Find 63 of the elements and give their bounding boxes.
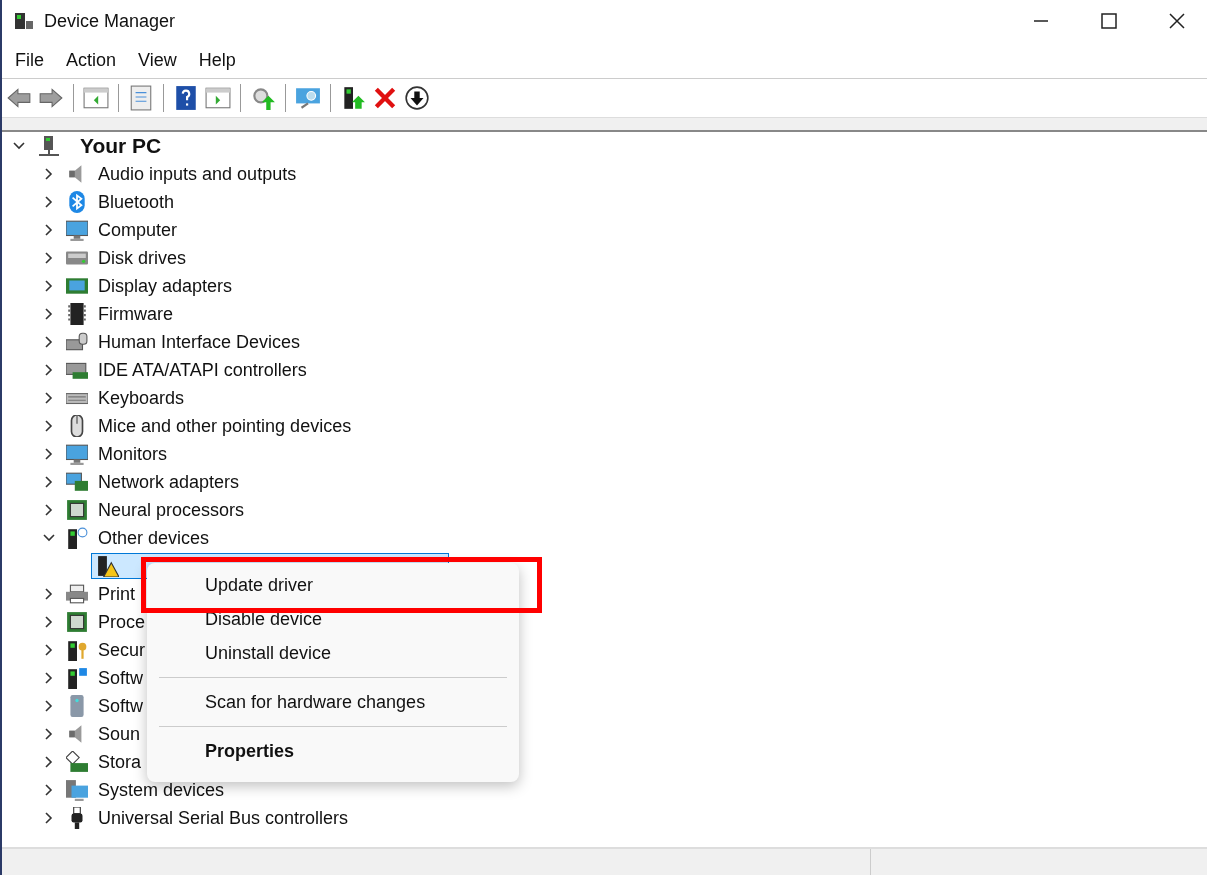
tower-puzzle-icon xyxy=(66,667,88,689)
menu-item[interactable]: Help xyxy=(187,49,247,71)
monitor-search-icon[interactable] xyxy=(295,85,321,111)
monitor-icon xyxy=(66,219,88,241)
computer-network-icon xyxy=(38,135,60,157)
chip-icon xyxy=(66,303,88,325)
warning-device-icon xyxy=(97,555,119,577)
tree-item[interactable]: Secur xyxy=(98,639,146,661)
tower-question-icon xyxy=(66,527,88,549)
tree-item[interactable]: Display adapters xyxy=(98,275,233,297)
menu-item[interactable]: Scan for hardware changes xyxy=(159,685,507,719)
close-icon[interactable] xyxy=(1169,13,1185,29)
menu-item[interactable]: View xyxy=(127,49,188,71)
monitor-icon xyxy=(66,443,88,465)
chip-icon xyxy=(66,611,88,633)
download-circle-icon[interactable] xyxy=(404,85,430,111)
printer-icon xyxy=(66,583,88,605)
keyboard-mouse-icon xyxy=(66,331,88,353)
tree-item[interactable]: Bluetooth xyxy=(98,191,175,213)
tree-item[interactable]: System devices xyxy=(98,779,225,801)
network-monitor-icon xyxy=(66,471,88,493)
tree-item[interactable]: Softw xyxy=(98,695,144,717)
tree-item[interactable]: Mice and other pointing devices xyxy=(98,415,352,437)
tree-item[interactable]: Neural processors xyxy=(98,499,245,521)
tree-item[interactable]: Firmware xyxy=(98,303,173,325)
menu-item[interactable]: Action xyxy=(55,49,128,71)
tree-item[interactable]: Print xyxy=(98,583,135,605)
tree-item[interactable]: Stora xyxy=(98,751,142,773)
menu-item[interactable]: Update driver xyxy=(159,568,507,602)
menu-item[interactable]: Uninstall device xyxy=(159,636,507,670)
display-card-icon xyxy=(66,275,88,297)
tree-item[interactable]: Other devices xyxy=(98,527,210,549)
folder-monitor-icon xyxy=(66,779,88,801)
window-panel-icon[interactable] xyxy=(83,85,109,111)
tree-item[interactable]: Universal Serial Bus controllers xyxy=(98,807,349,829)
chip-icon xyxy=(66,499,88,521)
tree-item[interactable]: Monitors xyxy=(98,443,168,465)
bluetooth-icon xyxy=(66,191,88,213)
maximize-icon[interactable] xyxy=(1101,13,1117,29)
tree-item[interactable]: Softw xyxy=(98,667,144,689)
help-icon[interactable] xyxy=(173,85,199,111)
tower-key-icon xyxy=(66,639,88,661)
tree-item[interactable]: Computer xyxy=(98,219,178,241)
tree-item[interactable]: Disk drives xyxy=(98,247,186,269)
delete-icon[interactable] xyxy=(372,85,398,111)
menu-item[interactable]: Disable device xyxy=(159,602,507,636)
properties-sheet-icon[interactable] xyxy=(128,85,154,111)
menu-item[interactable]: File xyxy=(4,49,55,71)
tree-item[interactable]: Network adapters xyxy=(98,471,240,493)
tree-item[interactable]: Human Interface Devices xyxy=(98,331,301,353)
app-icon xyxy=(14,11,34,31)
tree-item[interactable]: Audio inputs and outputs xyxy=(98,163,297,185)
forward-arrow-icon[interactable] xyxy=(38,85,64,111)
window-panel-icon[interactable] xyxy=(205,85,231,111)
menu-item[interactable]: Properties xyxy=(159,734,507,768)
tree-item[interactable]: Your PC xyxy=(80,134,162,158)
circuit-board-icon xyxy=(66,751,88,773)
tree-item[interactable]: Keyboards xyxy=(98,387,185,409)
window-title: Device Manager xyxy=(44,10,176,32)
tree-item[interactable]: Proce xyxy=(98,611,146,633)
tree-item[interactable]: IDE ATA/ATAPI controllers xyxy=(98,359,307,381)
tree-item[interactable]: Soun xyxy=(98,723,141,745)
back-arrow-icon[interactable] xyxy=(6,85,32,111)
